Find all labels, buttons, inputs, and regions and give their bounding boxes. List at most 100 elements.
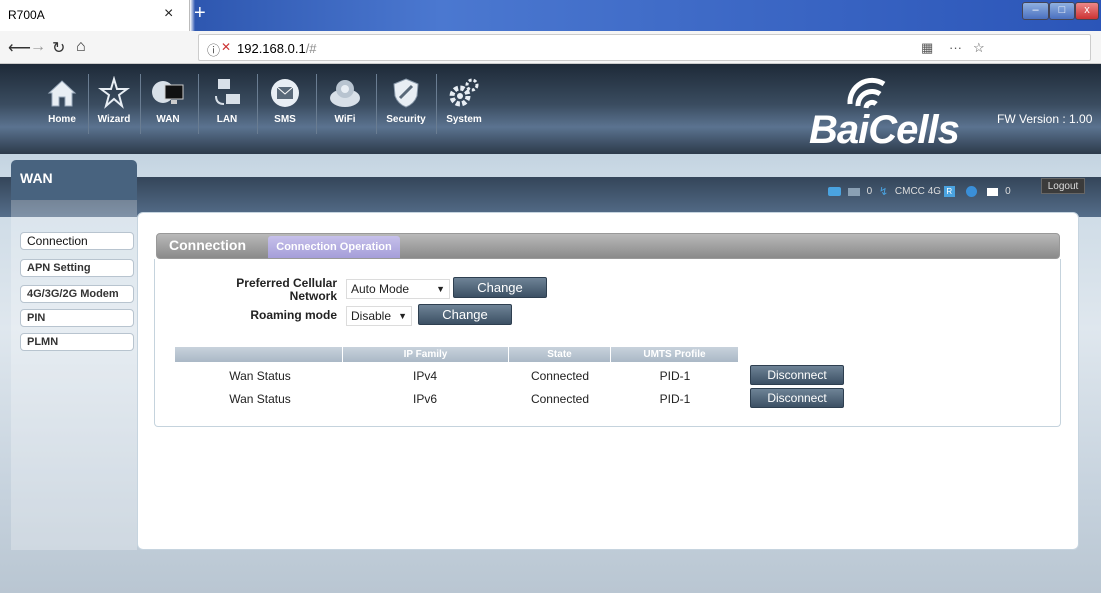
nav-wan[interactable]: WAN xyxy=(148,76,188,132)
logout-button[interactable]: Logout xyxy=(1041,178,1085,194)
sms-count: 0 xyxy=(866,186,873,197)
roaming-mode-select[interactable]: Disable ▼ xyxy=(346,306,412,326)
fw-version: FW Version : 1.00 xyxy=(997,112,1093,126)
nav-label: LAN xyxy=(216,114,238,125)
table-header xyxy=(175,347,342,362)
section-header: Connection Connection Operation xyxy=(156,233,1060,259)
qr-code-icon[interactable]: ▦ xyxy=(921,40,933,56)
insecure-lock-icon: ✕ xyxy=(221,40,232,54)
back-arrow-icon[interactable]: ⟵ xyxy=(8,38,31,58)
minimize-window-button[interactable]: – xyxy=(1022,2,1049,20)
preferred-network-label: Preferred Cellular Network xyxy=(236,276,337,303)
nav-sms[interactable]: SMS xyxy=(265,76,305,132)
url-text: 192.168.0.1/# xyxy=(237,41,317,56)
row-name: Wan Status xyxy=(229,369,291,383)
tab-connection-operation[interactable]: Connection Operation xyxy=(268,236,400,258)
forward-arrow-icon[interactable]: → xyxy=(30,38,46,56)
nav-divider xyxy=(316,74,317,134)
nav-label: Security xyxy=(386,114,426,125)
maximize-window-button[interactable]: □ xyxy=(1049,2,1075,20)
preferred-network-select[interactable]: Auto Mode ▼ xyxy=(346,279,450,299)
preferred-change-button[interactable]: Change xyxy=(453,277,547,298)
carrier-name: CMCC xyxy=(894,186,925,197)
browser-tab[interactable]: R700A × xyxy=(0,0,190,31)
close-tab-icon[interactable]: × xyxy=(164,5,173,23)
info-icon[interactable]: ⓘ xyxy=(207,40,220,59)
wifi-icon xyxy=(330,80,360,107)
lan-icon xyxy=(215,79,240,105)
sidebar-item-apn-setting[interactable]: APN Setting xyxy=(20,259,134,277)
content-panel: Connection Connection Operation Preferre… xyxy=(137,212,1079,550)
globe-icon xyxy=(965,186,977,197)
row-ip-family: IPv6 xyxy=(412,392,437,406)
dropdown-arrow-icon: ▼ xyxy=(398,311,407,321)
nav-wifi[interactable]: WiFi xyxy=(325,76,365,132)
url-bar[interactable]: ⓘ ✕ 192.168.0.1/# ▦ ··· ☆ xyxy=(198,34,1091,61)
row-ip-family: IPv4 xyxy=(412,369,437,383)
roaming-badge: R xyxy=(943,186,955,197)
table-header: UMTS Profile xyxy=(611,347,738,362)
sidebar-item-connection[interactable]: Connection xyxy=(20,232,134,250)
nav-wizard[interactable]: Wizard xyxy=(94,76,134,132)
bookmark-star-icon[interactable]: ☆ xyxy=(973,40,985,56)
nav-label: SMS xyxy=(274,114,296,125)
table-header: State xyxy=(509,347,610,362)
close-window-button[interactable]: x xyxy=(1075,2,1099,20)
table-header: IP Family xyxy=(343,347,508,362)
baicells-logo: BaiCells xyxy=(806,74,966,152)
sms-icon xyxy=(271,79,299,107)
nav-security[interactable]: Security xyxy=(386,76,426,132)
browser-tabbar: R700A × + – □ x xyxy=(0,0,1101,31)
status-bar: 0 ↯ CMCC 4G R 0 xyxy=(828,185,1011,199)
dropdown-arrow-icon: ▼ xyxy=(436,284,445,294)
security-icon xyxy=(393,78,419,108)
nav-lan[interactable]: LAN xyxy=(207,76,247,132)
nav-divider xyxy=(436,74,437,134)
disconnect-button[interactable]: Disconnect xyxy=(750,388,844,408)
home-browser-icon[interactable]: ⌂ xyxy=(76,38,86,56)
reload-icon[interactable]: ↻ xyxy=(52,38,65,58)
row-umts-profile: PID-1 xyxy=(659,369,691,383)
nav-system[interactable]: System xyxy=(444,76,484,132)
message-count: 0 xyxy=(1005,186,1011,197)
router-page: Home Wizard WAN LAN SMS WiFi Security Sy… xyxy=(0,64,1101,593)
wizard-icon xyxy=(98,76,130,109)
nav-label: WAN xyxy=(156,114,180,125)
sms-status-icon xyxy=(847,187,860,196)
roaming-mode-value: Disable xyxy=(351,309,392,323)
more-actions-icon[interactable]: ··· xyxy=(949,40,962,55)
nav-label: Home xyxy=(48,114,76,125)
nav-home[interactable]: Home xyxy=(42,76,82,132)
nav-divider xyxy=(376,74,377,134)
nav-divider xyxy=(198,74,199,134)
roaming-mode-label: Roaming mode xyxy=(250,308,337,322)
nav-label: System xyxy=(446,114,482,125)
browser-navbar: ⟵ → ↻ ⌂ ⓘ ✕ 192.168.0.1/# ▦ ··· ☆ xyxy=(0,31,1101,64)
wan-icon xyxy=(152,81,184,104)
new-tab-icon[interactable]: + xyxy=(194,2,206,25)
row-state: Connected xyxy=(530,369,590,383)
network-type: 4G xyxy=(927,186,942,197)
row-name: Wan Status xyxy=(229,392,291,406)
sidebar-item-pin[interactable]: PIN xyxy=(20,309,134,327)
app-header: Home Wizard WAN LAN SMS WiFi Security Sy… xyxy=(0,64,1101,154)
sidebar-item-modem[interactable]: 4G/3G/2G Modem xyxy=(20,285,134,303)
nav-divider xyxy=(140,74,141,134)
page-title: WAN xyxy=(20,170,53,186)
browser-tab-title: R700A xyxy=(8,8,45,22)
nav-label: Wizard xyxy=(97,114,131,125)
roaming-change-button[interactable]: Change xyxy=(418,304,512,325)
nav-divider xyxy=(257,74,258,134)
wan-status-table: IP Family State UMTS Profile Wan Status … xyxy=(175,347,850,417)
system-icon xyxy=(449,78,479,107)
home-icon xyxy=(47,80,77,107)
row-state: Connected xyxy=(530,392,590,406)
disconnect-button[interactable]: Disconnect xyxy=(750,365,844,385)
sidebar-item-plmn[interactable]: PLMN xyxy=(20,333,134,351)
sim-icon xyxy=(828,187,841,196)
nav-divider xyxy=(88,74,89,134)
row-umts-profile: PID-1 xyxy=(659,392,691,406)
signal-icon: ↯ xyxy=(878,186,889,198)
section-title: Connection xyxy=(169,237,246,253)
message-icon xyxy=(987,187,999,196)
